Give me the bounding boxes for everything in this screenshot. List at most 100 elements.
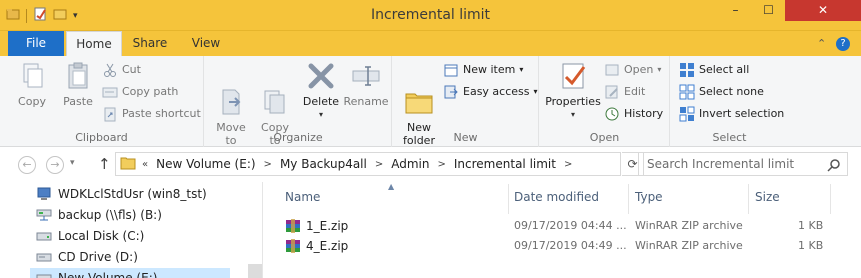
delete-x-icon — [305, 60, 337, 92]
file-row[interactable]: 4_E.zip 09/17/2019 04:49 ... WinRAR ZIP … — [263, 236, 861, 256]
tab-share[interactable]: Share — [124, 31, 176, 56]
up-arrow-icon[interactable]: ↑ — [98, 155, 111, 173]
help-icon[interactable]: ? — [836, 37, 850, 51]
easy-access-dropdown-icon: ▾ — [533, 87, 538, 96]
copy-label: Copy — [18, 95, 46, 108]
paste-label: Paste — [63, 95, 93, 108]
cut-button[interactable]: Cut — [102, 60, 141, 80]
file-row[interactable]: 1_E.zip 09/17/2019 04:44 ... WinRAR ZIP … — [263, 216, 861, 236]
nav-item-cd-drive[interactable]: CD Drive (D:) — [36, 247, 138, 267]
open-button[interactable]: Open ▾ — [604, 60, 661, 80]
copy-to-icon — [259, 73, 291, 114]
column-header-type[interactable]: Type — [635, 189, 663, 209]
breadcrumb-new-volume[interactable]: New Volume (E:) — [156, 157, 255, 171]
open-label: Open — [624, 63, 654, 76]
back-button[interactable]: ← — [18, 156, 36, 174]
select-all-icon — [679, 62, 695, 78]
ribbon: Copy Paste Cut Copy path Paste shortcut … — [0, 56, 861, 147]
clipboard-group: Copy Paste Cut Copy path Paste shortcut … — [0, 56, 204, 147]
column-separator[interactable] — [748, 184, 749, 214]
history-label: History — [624, 107, 664, 120]
chevron-right-icon[interactable]: > — [264, 159, 272, 170]
recent-locations-icon[interactable]: ▾ — [70, 158, 75, 168]
delete-button[interactable]: Delete ▾ — [299, 60, 343, 121]
chevron-right-icon[interactable]: > — [438, 159, 446, 170]
file-name: 4_E.zip — [306, 239, 349, 253]
nav-item-new-volume[interactable]: New Volume (E:) — [30, 268, 230, 278]
select-group-label: Select — [712, 131, 747, 144]
paste-shortcut-button[interactable]: Paste shortcut — [102, 104, 201, 124]
paste-button[interactable]: Paste — [56, 60, 100, 108]
properties-label: Properties — [545, 95, 601, 108]
rename-label: Rename — [343, 95, 389, 108]
tab-home[interactable]: Home — [66, 31, 122, 57]
close-button[interactable]: ✕ — [785, 0, 861, 21]
nav-item-backup[interactable]: backup (\\fls) (B:) — [36, 205, 162, 225]
breadcrumb-incremental-limit[interactable]: Incremental limit — [454, 157, 556, 171]
chevron-right-icon[interactable]: > — [375, 159, 383, 170]
winrar-icon — [285, 238, 301, 254]
file-date: 09/17/2019 04:44 ... — [514, 219, 627, 232]
nav-item-local-disk[interactable]: Local Disk (C:) — [36, 226, 144, 246]
select-all-button[interactable]: Select all — [679, 60, 749, 80]
folder-icon — [120, 156, 136, 173]
maximize-button[interactable]: ☐ — [754, 0, 783, 21]
new-item-button[interactable]: New item ▾ — [443, 60, 523, 80]
copy-button[interactable]: Copy — [10, 60, 54, 108]
address-bar[interactable]: « New Volume (E:) > My Backup4all > Admi… — [115, 152, 621, 176]
paste-icon — [62, 60, 94, 92]
new-group: New folder New item ▾ Easy access ▾ New — [393, 56, 539, 147]
file-name-cell: 4_E.zip — [285, 236, 348, 256]
easy-access-button[interactable]: Easy access ▾ — [443, 82, 538, 102]
column-header-name[interactable]: Name — [285, 189, 320, 209]
breadcrumb-overflow[interactable]: « — [142, 159, 148, 170]
easy-access-label: Easy access — [463, 85, 530, 98]
navigation-pane: WDKLclStdUsr (win8_tst) backup (\\fls) (… — [0, 182, 262, 278]
breadcrumb-admin[interactable]: Admin — [391, 157, 429, 171]
tab-file[interactable]: File — [8, 31, 64, 56]
history-button[interactable]: History — [604, 104, 663, 124]
rename-button[interactable]: Rename — [343, 60, 389, 108]
column-separator[interactable] — [508, 184, 509, 214]
forward-button[interactable]: → — [46, 156, 64, 174]
nav-item-label: CD Drive (D:) — [58, 250, 138, 264]
copy-path-button[interactable]: Copy path — [102, 82, 178, 102]
cd-drive-icon — [36, 250, 52, 264]
select-none-icon — [679, 84, 695, 100]
clipboard-group-label: Clipboard — [75, 131, 128, 144]
edit-button[interactable]: Edit — [604, 82, 645, 102]
column-header-size[interactable]: Size — [755, 189, 780, 209]
nav-item-label: backup (\\fls) (B:) — [58, 208, 162, 222]
chevron-right-icon[interactable]: > — [564, 159, 572, 170]
file-size: 1 KB — [798, 219, 824, 232]
minimize-button[interactable]: – — [721, 0, 750, 21]
open-group: Properties ▾ Open ▾ Edit History Open — [540, 56, 670, 147]
file-name-cell: 1_E.zip — [285, 216, 348, 236]
breadcrumb-my-backup4all[interactable]: My Backup4all — [280, 157, 367, 171]
select-none-button[interactable]: Select none — [679, 82, 764, 102]
edit-icon — [604, 84, 620, 100]
history-icon — [604, 106, 620, 122]
invert-selection-button[interactable]: Invert selection — [679, 104, 784, 124]
column-header-date-modified[interactable]: Date modified — [514, 189, 599, 209]
nav-pane-scrollbar[interactable] — [248, 264, 262, 278]
properties-button[interactable]: Properties ▾ — [544, 60, 602, 121]
delete-dropdown-icon: ▾ — [318, 110, 323, 119]
tab-view[interactable]: View — [180, 31, 232, 56]
search-input[interactable]: Search Incremental limit — [638, 152, 848, 176]
column-separator[interactable] — [830, 184, 831, 214]
new-item-dropdown-icon: ▾ — [519, 65, 524, 74]
organize-group: Move to Copy to Delete ▾ Rename Organize — [205, 56, 392, 147]
sort-ascending-icon: ▲ — [388, 182, 395, 191]
column-separator[interactable] — [628, 184, 629, 214]
ribbon-expand-icon[interactable]: ⌃ — [817, 37, 826, 50]
rename-icon — [350, 60, 382, 92]
address-row: ← → ▾ ↑ « New Volume (E:) > My Backup4al… — [0, 147, 861, 182]
open-dropdown-icon: ▾ — [657, 65, 662, 74]
drive-icon — [36, 229, 52, 243]
nav-item-wdklclstdusr[interactable]: WDKLclStdUsr (win8_tst) — [36, 184, 207, 204]
copy-icon — [16, 60, 48, 92]
properties-dropdown-icon: ▾ — [570, 110, 575, 119]
search-icon — [827, 157, 841, 179]
file-size: 1 KB — [798, 239, 824, 252]
